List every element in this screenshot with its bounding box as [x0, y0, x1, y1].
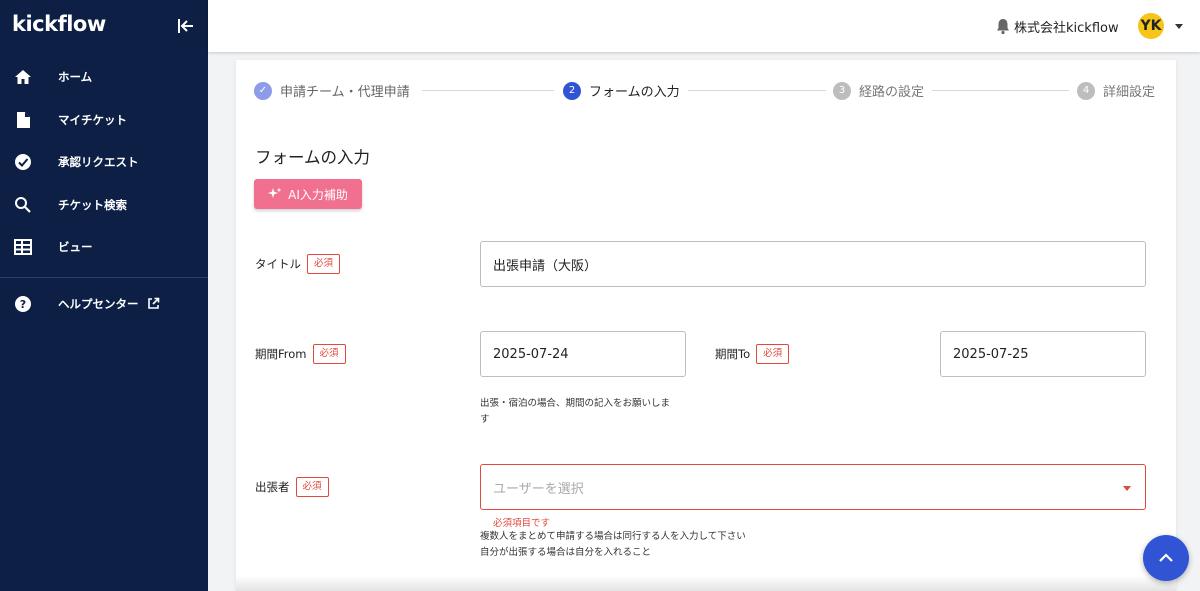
- check-icon: ✓: [254, 81, 272, 100]
- step-label: 経路の設定: [859, 85, 925, 100]
- external-link-icon: [147, 297, 160, 310]
- required-badge: 必須: [307, 254, 341, 274]
- traveler-error-text: 必須項目です: [493, 518, 551, 529]
- sidebar-nav: ホーム マイチケット 承認リクエスト チケット検索 ビュー ? ヘルプセンター: [0, 56, 208, 325]
- help-line: 自分が出張する場合は自分を入れること: [480, 547, 652, 558]
- traveler-select[interactable]: ユーザーを選択: [480, 464, 1146, 510]
- ai-assist-button[interactable]: AI入力補助: [254, 179, 362, 209]
- period-from-label: 期間From 必須: [255, 344, 346, 364]
- step-label: フォームの入力: [589, 85, 680, 100]
- traveler-help-text: 複数人をまとめて申請する場合は同行する人を入力して下さい 自分が出張する場合は自…: [480, 529, 746, 561]
- bell-icon[interactable]: [994, 17, 1012, 35]
- search-icon: [12, 194, 34, 216]
- field-label-text: 期間From: [255, 347, 307, 361]
- sidebar-item-my-tickets[interactable]: マイチケット: [0, 99, 208, 142]
- chevron-up-icon: [1159, 553, 1173, 562]
- sidebar-item-label: ヘルプセンター: [58, 296, 139, 311]
- title-field-label: タイトル 必須: [255, 254, 341, 274]
- sidebar-item-label: 承認リクエスト: [58, 155, 139, 170]
- sidebar-item-views[interactable]: ビュー: [0, 226, 208, 269]
- traveler-placeholder: ユーザーを選択: [493, 481, 584, 497]
- period-from-value: 2025-07-24: [493, 346, 569, 362]
- sidebar-item-home[interactable]: ホーム: [0, 56, 208, 99]
- required-badge: 必須: [312, 344, 346, 364]
- step-number: 4: [1077, 81, 1095, 100]
- top-bar: 株式会社kickflow YK: [208, 0, 1200, 52]
- step-connector: [422, 90, 554, 91]
- step-connector: [688, 90, 826, 91]
- step-number: 2: [563, 81, 581, 100]
- period-to-label: 期間To 必須: [715, 344, 790, 364]
- chevron-down-icon: [1123, 486, 1131, 491]
- step-route-settings[interactable]: 3 経路の設定: [833, 81, 924, 100]
- sidebar-item-label: ホーム: [58, 70, 93, 85]
- sidebar-item-label: マイチケット: [58, 112, 127, 127]
- chevron-down-icon[interactable]: [1175, 24, 1183, 29]
- company-name[interactable]: 株式会社kickflow: [1014, 17, 1119, 36]
- help-line: 複数人をまとめて申請する場合は同行する人を入力して下さい: [480, 531, 746, 542]
- home-icon: [12, 66, 34, 88]
- sidebar: kickflow ホーム マイチケット 承認リクエスト チケット検索 ビュー ?…: [0, 0, 208, 591]
- avatar[interactable]: YK: [1138, 13, 1164, 39]
- field-label-text: タイトル: [255, 257, 301, 271]
- traveler-label: 出張者 必須: [255, 477, 329, 497]
- help-line: す: [480, 414, 490, 425]
- sidebar-item-approval-requests[interactable]: 承認リクエスト: [0, 141, 208, 184]
- sidebar-item-label: ビュー: [58, 240, 93, 255]
- step-form-input[interactable]: 2 フォームの入力: [563, 81, 680, 100]
- app-logo: kickflow: [12, 12, 106, 36]
- ai-assist-label: AI入力補助: [288, 187, 348, 202]
- grid-icon: [12, 236, 34, 258]
- step-label: 詳細設定: [1103, 85, 1156, 100]
- section-title: フォームの入力: [255, 148, 371, 167]
- period-from-input[interactable]: 2025-07-24: [480, 331, 686, 377]
- check-circle-icon: [12, 151, 34, 173]
- period-to-value: 2025-07-25: [953, 346, 1029, 362]
- help-circle-icon: ?: [12, 293, 34, 315]
- scroll-fade: [236, 576, 1176, 591]
- required-badge: 必須: [295, 477, 329, 497]
- step-team-selection[interactable]: ✓ 申請チーム・代理申請: [254, 81, 410, 100]
- sparkle-icon: [268, 187, 282, 198]
- collapse-sidebar-icon[interactable]: [176, 16, 196, 36]
- required-badge: 必須: [756, 344, 790, 364]
- period-help-text: 出張・宿泊の場合、期間の記入をお願いしま す: [480, 396, 670, 428]
- sidebar-divider: [0, 276, 208, 278]
- title-input-value: 出張申請（大阪）: [493, 258, 598, 274]
- title-input[interactable]: 出張申請（大阪）: [480, 241, 1146, 287]
- help-line: 出張・宿泊の場合、期間の記入をお願いしま: [480, 398, 671, 409]
- svg-text:?: ?: [20, 298, 26, 311]
- step-connector: [932, 90, 1069, 91]
- sidebar-item-help-center[interactable]: ? ヘルプセンター: [0, 283, 208, 326]
- field-label-text: 出張者: [255, 480, 290, 494]
- sidebar-item-ticket-search[interactable]: チケット検索: [0, 184, 208, 227]
- period-to-input[interactable]: 2025-07-25: [940, 331, 1146, 377]
- step-label: 申請チーム・代理申請: [280, 85, 410, 100]
- field-label-text: 期間To: [715, 347, 751, 361]
- sidebar-item-label: チケット検索: [58, 197, 127, 212]
- step-detail-settings[interactable]: 4 詳細設定: [1077, 81, 1155, 100]
- step-number: 3: [833, 81, 851, 100]
- form-card: ✓ 申請チーム・代理申請 2 フォームの入力 3 経路の設定 4 詳細設定 フォ…: [236, 60, 1176, 591]
- scroll-to-top-button[interactable]: [1143, 535, 1189, 581]
- document-icon: [12, 109, 34, 131]
